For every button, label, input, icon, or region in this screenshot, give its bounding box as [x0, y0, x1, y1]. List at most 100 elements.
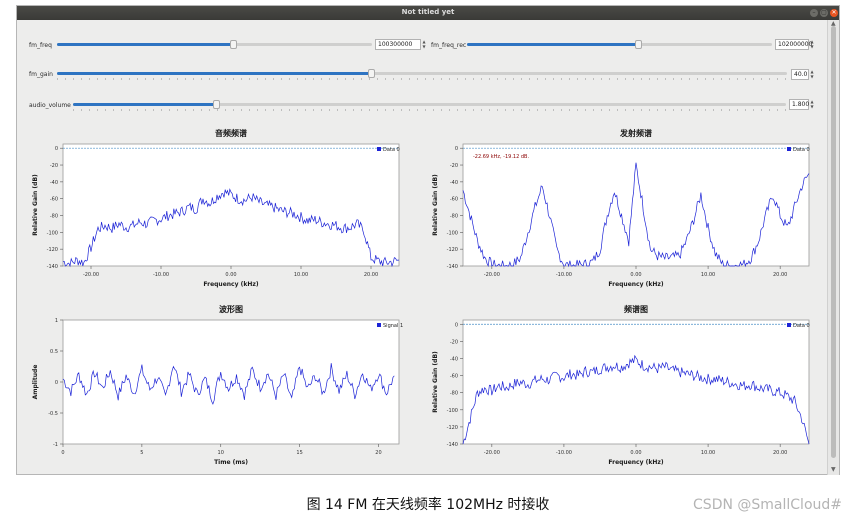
plot-area [462, 143, 810, 267]
scroll-down-icon[interactable]: ▼ [831, 466, 836, 473]
y-tick-label: -120 [447, 247, 458, 253]
chart-waveform[interactable]: 波形图10.50-0.5-10 5 10 15 20Time (ms)Amplitude… [17, 302, 417, 470]
fm-gain-slider-handle[interactable] [367, 69, 375, 78]
y-tick-label: -100 [447, 408, 458, 414]
scrollbar-thumb[interactable] [831, 26, 836, 458]
minimize-button[interactable]: – [810, 9, 818, 17]
chart-frequency-spectrum[interactable]: 频谱图 0 -20 -40 -60 -80 -100 -120 -140 -20.00 -10.00… [417, 302, 827, 470]
y-tick-label: -40 [450, 180, 458, 186]
app-window: Not titled yet – ▢ ✕ fm_freq 100300000 ▲… [16, 5, 840, 475]
fm-freq-rec-stepper[interactable]: ▲ ▼ [809, 39, 815, 50]
audio-volume-slider-handle[interactable] [212, 100, 220, 109]
audio-volume-stepper[interactable]: ▲ ▼ [809, 99, 815, 110]
y-tick-label: -60 [450, 374, 458, 380]
chart-audio-spectrum[interactable]: 音频频谱 0 -20 -40 -60 -80 -100 -120 -140 -20.00 -10.0… [17, 126, 417, 292]
y-tick-label: -0.5 [48, 411, 58, 417]
flowgraph-content: fm_freq 100300000 ▲ ▼ fm_freq_rec 1020000… [17, 20, 829, 475]
marker-annotation: -22.69 kHz, -19.12 dB. [473, 154, 529, 160]
x-tick-label: 10.00 [701, 450, 715, 456]
y-tick-label: -120 [47, 247, 58, 253]
y-tick-label: -80 [450, 391, 458, 397]
y-tick-label: -100 [447, 230, 458, 236]
fm-gain-spinbox[interactable]: 40.0 [791, 69, 809, 80]
x-tick-label: -20.00 [484, 272, 500, 278]
y-tick-label: -20 [50, 163, 58, 169]
y-tick-label: 1 [55, 318, 58, 324]
y-tick-label: -20 [450, 339, 458, 345]
audio-volume-spinbox[interactable]: 1.800 [789, 99, 809, 110]
fm-freq-rec-slider[interactable] [467, 40, 772, 49]
x-tick-label: 20 [375, 450, 381, 456]
x-tick-label: 20.00 [773, 272, 787, 278]
chart-transmit-spectrum[interactable]: 发射频谱 0 -20 -40 -60 -80 -100 -120 -140 -20.00 -10.0… [417, 126, 827, 292]
x-tick-label: 0.00 [630, 272, 641, 278]
x-tick-label: -10.00 [153, 272, 169, 278]
fm-freq-slider[interactable] [57, 40, 372, 49]
audio-volume-slider[interactable] [73, 100, 786, 111]
title-bar[interactable]: Not titled yet – ▢ ✕ [17, 6, 839, 20]
x-tick-label: 0 [61, 450, 64, 456]
x-tick-label: -20.00 [484, 450, 500, 456]
y-tick-label: -80 [450, 214, 458, 220]
y-tick-label: 0 [455, 146, 458, 152]
y-axis-label: Relative Gain (dB) [432, 174, 439, 236]
x-tick-label: 20.00 [773, 450, 787, 456]
y-tick-label: -1 [53, 442, 58, 448]
x-tick-label: -10.00 [556, 272, 572, 278]
y-tick-label: 0.5 [50, 349, 58, 355]
fm-gain-stepper[interactable]: ▲ ▼ [809, 69, 815, 80]
fm-freq-rec-spinbox[interactable]: 102000000 [775, 39, 812, 50]
y-tick-label: 0 [55, 380, 58, 386]
legend-swatch [377, 147, 381, 151]
x-tick-label: 0.00 [630, 450, 641, 456]
fm-freq-slider-fill [57, 43, 234, 46]
plot-area [62, 143, 400, 267]
fm-gain-slider-fill [57, 72, 371, 75]
y-tick-label: -120 [447, 425, 458, 431]
y-tick-label: -140 [447, 442, 458, 448]
close-button[interactable]: ✕ [830, 9, 838, 17]
x-tick-label: 10.00 [294, 272, 308, 278]
x-tick-label: -10.00 [556, 450, 572, 456]
legend-label: Signal 1 [383, 323, 403, 329]
audio-volume-slider-fill [73, 103, 216, 106]
y-tick-label: -80 [50, 214, 58, 220]
legend-label: Data 0 [793, 323, 810, 329]
y-tick-label: -20 [450, 163, 458, 169]
audio-volume-slider-ticks [73, 109, 786, 111]
y-tick-label: -140 [47, 264, 58, 270]
page: Not titled yet – ▢ ✕ fm_freq 100300000 ▲… [0, 0, 856, 526]
legend-label: Data 0 [793, 147, 810, 153]
x-axis-label: Time (ms) [214, 459, 248, 466]
chart-title: 发射频谱 [619, 128, 652, 138]
chart-title: 音频频谱 [215, 128, 247, 138]
maximize-button[interactable]: ▢ [820, 9, 828, 17]
fm-freq-slider-handle[interactable] [230, 40, 238, 49]
x-tick-label: 0.00 [225, 272, 236, 278]
y-axis-label: Amplitude [32, 365, 39, 400]
fm-freq-rec-label: fm_freq_rec [431, 42, 467, 49]
fm-gain-slider[interactable] [57, 69, 787, 80]
legend-swatch [787, 147, 791, 151]
x-tick-label: 20.00 [364, 272, 378, 278]
y-tick-label: 0 [55, 146, 58, 152]
fm-freq-rec-slider-handle[interactable] [634, 40, 642, 49]
fm-freq-spinbox[interactable]: 100300000 [375, 39, 421, 50]
y-axis-label: Relative Gain (dB) [32, 174, 39, 236]
chart-title: 波形图 [219, 304, 243, 314]
legend-label: Data 0 [383, 147, 400, 153]
fm-freq-stepper[interactable]: ▲ ▼ [421, 39, 427, 50]
legend-swatch [787, 323, 791, 327]
watermark: CSDN @SmallCloud# [693, 497, 842, 513]
fm-gain-label: fm_gain [29, 71, 53, 78]
x-axis-label: Frequency (kHz) [203, 281, 258, 288]
y-tick-label: -60 [450, 197, 458, 203]
vertical-scrollbar[interactable]: ▲ ▼ [827, 20, 839, 475]
x-tick-label: 15 [296, 450, 302, 456]
fm-gain-slider-ticks [57, 78, 787, 80]
chart-title: 频谱图 [624, 304, 648, 314]
x-tick-label: 10.00 [701, 272, 715, 278]
y-axis-label: Relative Gain (dB) [432, 351, 439, 413]
legend-swatch [377, 323, 381, 327]
y-tick-label: -140 [447, 264, 458, 270]
